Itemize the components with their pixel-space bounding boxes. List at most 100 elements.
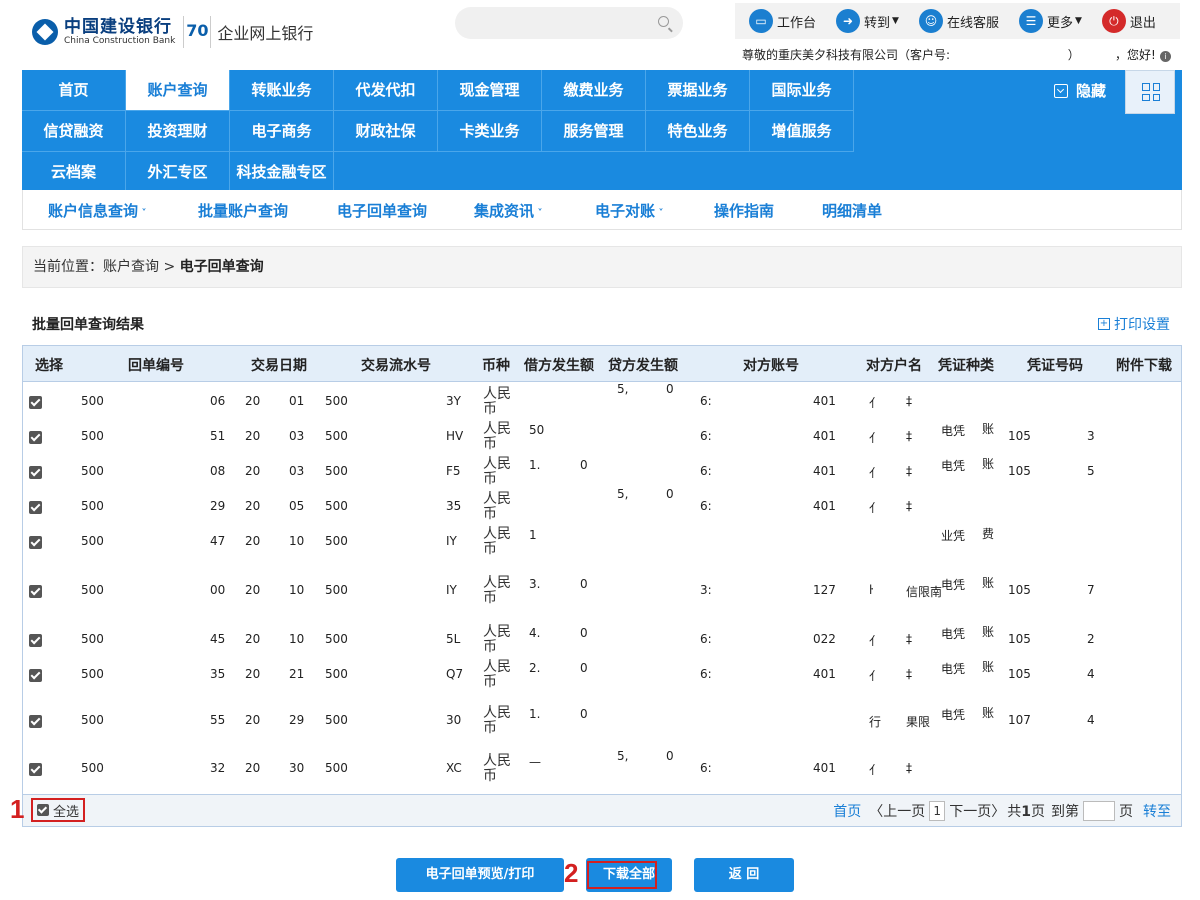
nav-item-bill-payment[interactable]: 缴费业务 [542,70,646,111]
cell-currency: 人民币 [483,659,511,690]
nav-item-credit[interactable]: 信贷融资 [22,111,126,152]
hide-menu-button[interactable]: 隐藏 [1054,80,1106,101]
nav-item-account-query[interactable]: 账户查询 [126,70,230,111]
select-all-checkbox[interactable]: 全选 [31,798,86,822]
table-row[interactable]: 500 51 20 03 500 HV 人民币 50 6: 401 亻 ‡ 电凭 账 105 3 [23,419,1181,454]
search-input[interactable] [455,7,683,39]
logout-button[interactable]: ⏻ 退出 [1101,9,1156,33]
next-page-link[interactable]: 下一页〉 [949,801,1005,821]
cell-serial: 500 [325,429,348,443]
cell-serial: 500 [325,667,348,681]
cell-receipt-no-tail: 51 [210,429,226,443]
goto-page-input[interactable] [1083,801,1115,821]
row-checkbox[interactable] [29,396,42,409]
subnav-detail-list[interactable]: 明细清单 [822,200,882,221]
hide-label: 隐藏 [1076,82,1107,100]
row-checkbox[interactable] [29,466,42,479]
subnav-integrated-info[interactable]: 集成资讯 ˅ [474,200,543,221]
greeting-text: 尊敬的重庆美夕科技有限公司（客户号: ） [742,46,1080,63]
cell-debit-tail: 0 [580,661,588,675]
nav-item-value-added[interactable]: 增值服务 [750,111,854,152]
search-icon[interactable] [658,16,669,27]
chevron-down-icon: ˅ [655,208,664,219]
table-row[interactable]: 500 00 20 10 500 IY 人民币 3. 0 3: 127 ŀ 信限南 电凭 账 105 7 [23,559,1181,622]
row-checkbox[interactable] [29,669,42,682]
nav-item-service-management[interactable]: 服务管理 [542,111,646,152]
collapse-icon [1054,83,1068,98]
cell-voucher-type: 电凭 [941,578,966,592]
table-row[interactable]: 500 08 20 03 500 F5 人民币 1. 0 6: 401 亻 ‡ 电凭 账 105 5 [23,454,1181,489]
prev-page-link[interactable]: 〈上一页 [869,801,925,821]
col-currency: 币种 [482,358,510,374]
row-checkbox[interactable] [29,585,42,598]
more-menu[interactable]: ☰ 更多 ▼ [1018,9,1082,33]
subnav-e-reconciliation[interactable]: 电子对账 ˅ [595,200,664,221]
cell-credit-tail: 0 [666,382,674,396]
cell-date-tail: 30 [289,761,305,775]
nav-item-bills[interactable]: 票据业务 [646,70,750,111]
cell-serial: 500 [325,761,348,775]
row-checkbox[interactable] [29,536,42,549]
nav-item-special[interactable]: 特色业务 [646,111,750,152]
cell-debit: 1 [529,528,537,542]
cell-receipt-no-tail: 29 [210,499,226,513]
subnav-e-receipt[interactable]: 电子回单查询 [337,200,427,221]
table-row[interactable]: 500 35 20 21 500 Q7 人民币 2. 0 6: 401 亻 ‡ 电凭 账 105 4 [23,657,1181,692]
nav-item-cards[interactable]: 卡类业务 [438,111,542,152]
nav-item-social-security[interactable]: 财政社保 [334,111,438,152]
bank-logo[interactable]: 中国建设银行 China Construction Bank 70 企业网上银行 [32,16,313,48]
cell-serial-tail: 35 [446,499,462,513]
info-icon[interactable]: i [1159,51,1171,62]
first-page-link[interactable]: 首页 [833,801,861,821]
nav-item-international[interactable]: 国际业务 [750,70,854,111]
table-row[interactable]: 500 45 20 10 500 5L 人民币 4. 0 6: 022 亻 ‡ 电凭 账 105 2 [23,622,1181,657]
cell-voucher-type: 电凭 [941,627,966,641]
row-checkbox[interactable] [29,501,42,514]
cell-voucher-type-tail: 账 [982,660,995,674]
app-grid-button[interactable] [1125,70,1175,114]
subnav-batch-account[interactable]: 批量账户查询 [198,200,288,221]
row-checkbox[interactable] [29,431,42,444]
top-toolbar: ▭ 工作台 ➜ 转到 ▼ ☺ 在线客服 ☰ 更多 ▼ ⏻ 退出 [735,3,1180,39]
nav-item-forex[interactable]: 外汇专区 [126,152,230,193]
cell-counter-account-tail: 401 [813,761,836,775]
online-service-link[interactable]: ☺ 在线客服 [918,9,999,33]
table-row[interactable]: 500 55 20 29 500 30 人民币 1. 0 行 果限 电凭 账 107 4 [23,692,1181,749]
table-row[interactable]: 500 29 20 05 500 35 人民币 5, 0 6: 401 亻 ‡ [23,487,1181,524]
nav-row-1: 首页 账户查询 转账业务 代发代扣 现金管理 缴费业务 票据业务 国际业务 [22,70,854,111]
nav-item-payroll[interactable]: 代发代扣 [334,70,438,111]
nav-item-home[interactable]: 首页 [22,70,126,111]
row-checkbox[interactable] [29,634,42,647]
total-pages: 共1页 [1007,801,1045,821]
col-serial: 交易流水号 [361,358,431,374]
table-row[interactable]: 500 06 20 01 500 3Y 人民币 5, 0 6: 401 亻 ‡ [23,382,1181,419]
print-settings-label: 打印设置 [1114,317,1170,333]
subnav-guide[interactable]: 操作指南 [714,200,774,221]
subnav-account-info[interactable]: 账户信息查询 ˅ [48,200,147,221]
workbench-link[interactable]: ▭ 工作台 [749,9,816,33]
pagination: 首页 〈上一页 1 下一页〉 共1页 到第 页 转至 [833,801,1171,821]
cell-receipt-no-tail: 00 [210,583,226,597]
cell-serial-tail: 5L [446,632,461,646]
back-button[interactable]: 返 回 [694,858,794,892]
current-page[interactable]: 1 [929,801,946,821]
table-header: 选择 回单编号 交易日期 交易流水号 币种 借方发生额 贷方发生额 对方账号 对… [23,346,1181,382]
cell-debit: 1. [529,458,541,472]
nav-item-investment[interactable]: 投资理财 [126,111,230,152]
goto-menu[interactable]: ➜ 转到 ▼ [836,9,899,33]
row-checkbox[interactable] [29,715,42,728]
nav-item-transfer[interactable]: 转账业务 [230,70,334,111]
table-row[interactable]: 500 47 20 10 500 IY 人民币 1 业凭 费 [23,524,1181,559]
sub-nav: 账户信息查询 ˅ 批量账户查询 电子回单查询 集成资讯 ˅ 电子对账 ˅ 操作指… [22,190,1182,230]
nav-item-cash-management[interactable]: 现金管理 [438,70,542,111]
preview-print-button[interactable]: 电子回单预览/打印 [396,858,564,892]
nav-item-tech-finance[interactable]: 科技金融专区 [230,152,334,193]
print-settings-link[interactable]: + 打印设置 [1098,314,1170,334]
row-checkbox[interactable] [29,763,42,776]
goto-button[interactable]: 转至 [1143,801,1171,821]
nav-item-cloud-archive[interactable]: 云档案 [22,152,126,193]
cell-currency: 人民币 [483,421,511,452]
cell-date: 20 [245,632,261,646]
table-row[interactable]: 500 32 20 30 500 XC 人民币 — 5, 0 6: 401 亻 ‡ [23,749,1181,789]
nav-item-ecommerce[interactable]: 电子商务 [230,111,334,152]
